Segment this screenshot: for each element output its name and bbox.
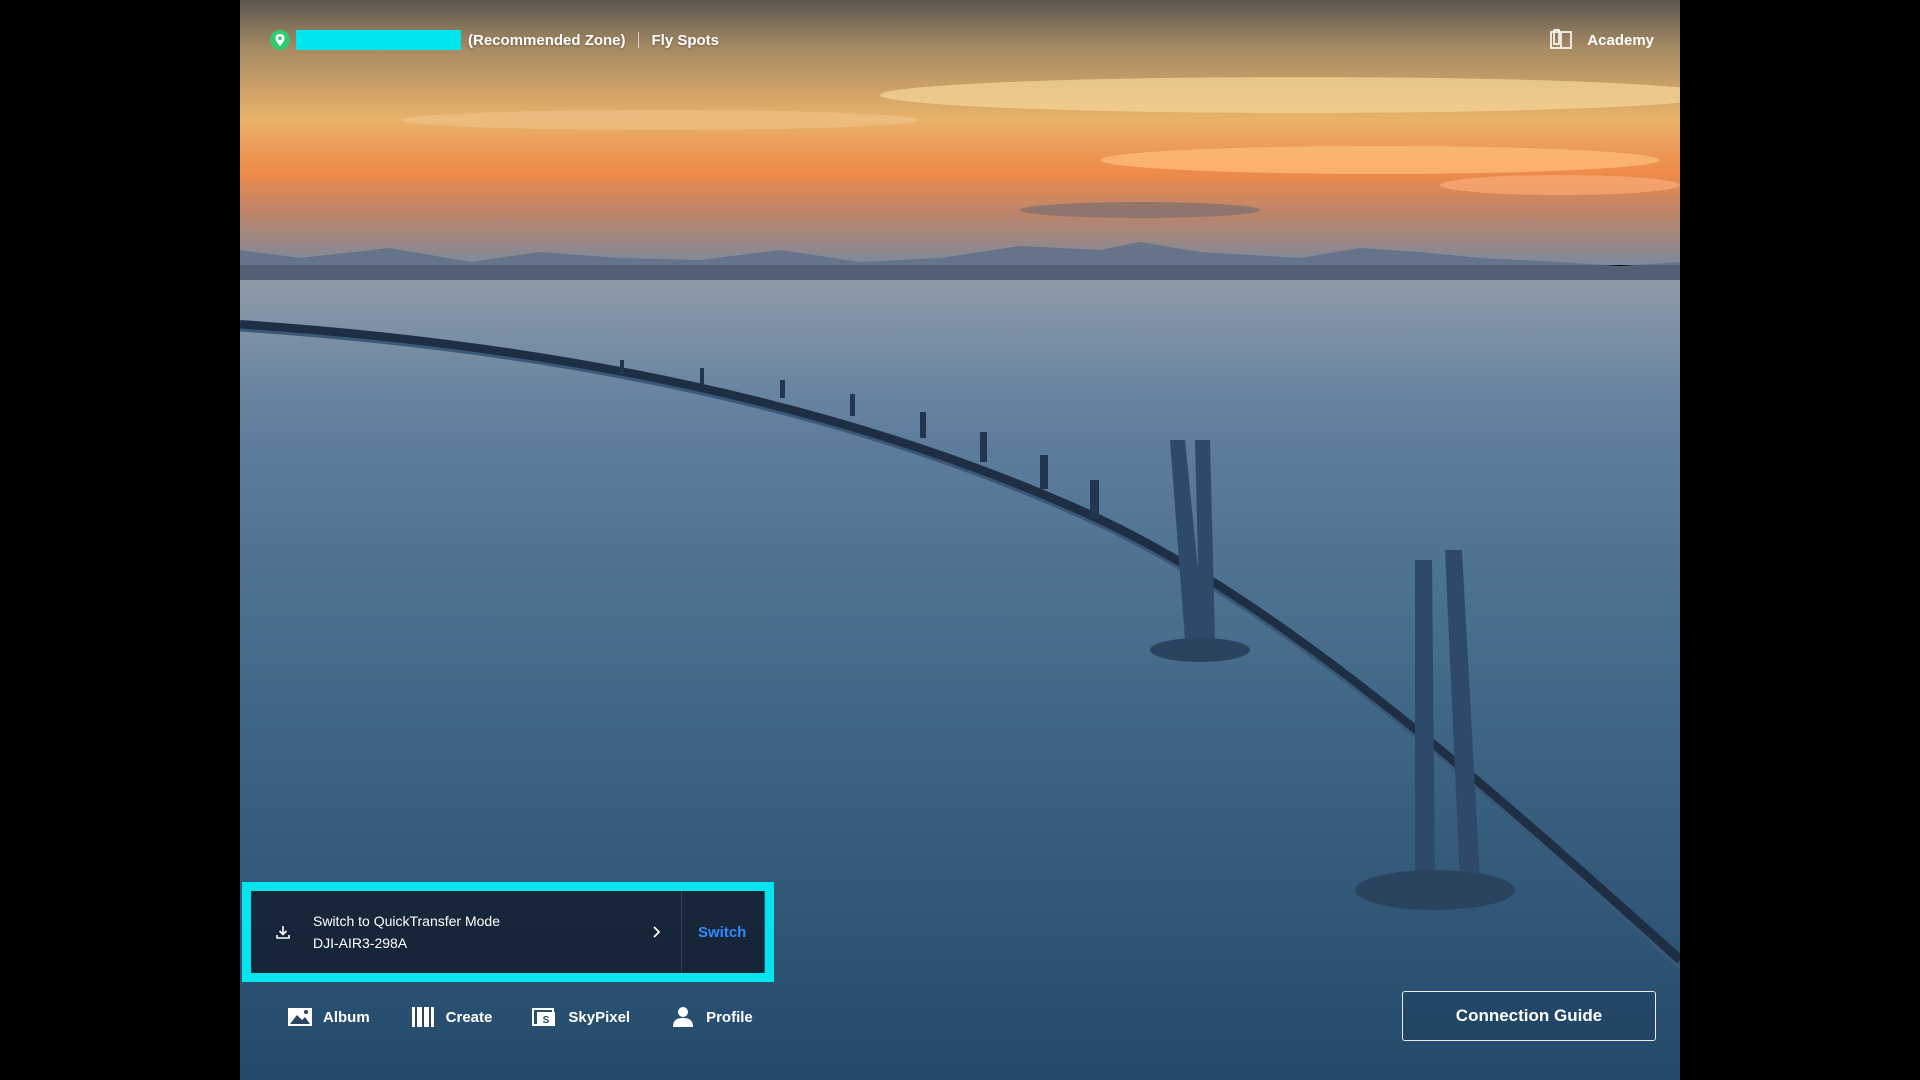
- nav-create-label: Create: [445, 1008, 493, 1026]
- chevron-right-icon[interactable]: [647, 922, 667, 942]
- recommended-zone-label: (Recommended Zone): [468, 31, 626, 49]
- album-icon: [287, 1005, 313, 1029]
- quicktransfer-separator: [681, 891, 682, 973]
- bottom-nav: Album Create S SkyPixel Profile: [287, 1002, 793, 1032]
- nav-profile[interactable]: Profile: [670, 1005, 753, 1029]
- academy-label: Academy: [1587, 31, 1654, 49]
- quicktransfer-banner[interactable]: Switch to QuickTransfer Mode DJI-AIR3-29…: [251, 891, 764, 973]
- svg-text:S: S: [543, 1015, 550, 1026]
- nav-album-label: Album: [323, 1008, 370, 1026]
- download-icon: [273, 922, 293, 942]
- topbar-divider: [637, 32, 639, 48]
- nav-skypixel-label: SkyPixel: [568, 1008, 631, 1026]
- nav-create[interactable]: Create: [410, 1005, 493, 1029]
- nav-skypixel[interactable]: S SkyPixel: [532, 1005, 630, 1029]
- app-screen: (Recommended Zone) Fly Spots Academy Swi…: [240, 0, 1680, 1080]
- fly-spots-link[interactable]: Fly Spots: [652, 32, 720, 49]
- connection-guide-button[interactable]: Connection Guide: [1402, 991, 1656, 1041]
- book-icon: [1549, 28, 1575, 52]
- quicktransfer-text: Switch to QuickTransfer Mode DJI-AIR3-29…: [313, 910, 633, 954]
- nav-album[interactable]: Album: [287, 1005, 370, 1029]
- location-name-redacted[interactable]: [296, 30, 461, 50]
- location-pin-icon: [268, 28, 292, 52]
- academy-button[interactable]: Academy: [1549, 28, 1654, 52]
- quicktransfer-device: DJI-AIR3-298A: [313, 935, 408, 951]
- top-bar: (Recommended Zone) Fly Spots Academy: [268, 25, 1654, 55]
- skypixel-icon: S: [532, 1005, 558, 1029]
- switch-button[interactable]: Switch: [698, 924, 746, 941]
- nav-profile-label: Profile: [706, 1008, 753, 1026]
- profile-icon: [670, 1005, 696, 1029]
- create-icon: [410, 1005, 436, 1029]
- quicktransfer-title: Switch to QuickTransfer Mode: [313, 913, 500, 929]
